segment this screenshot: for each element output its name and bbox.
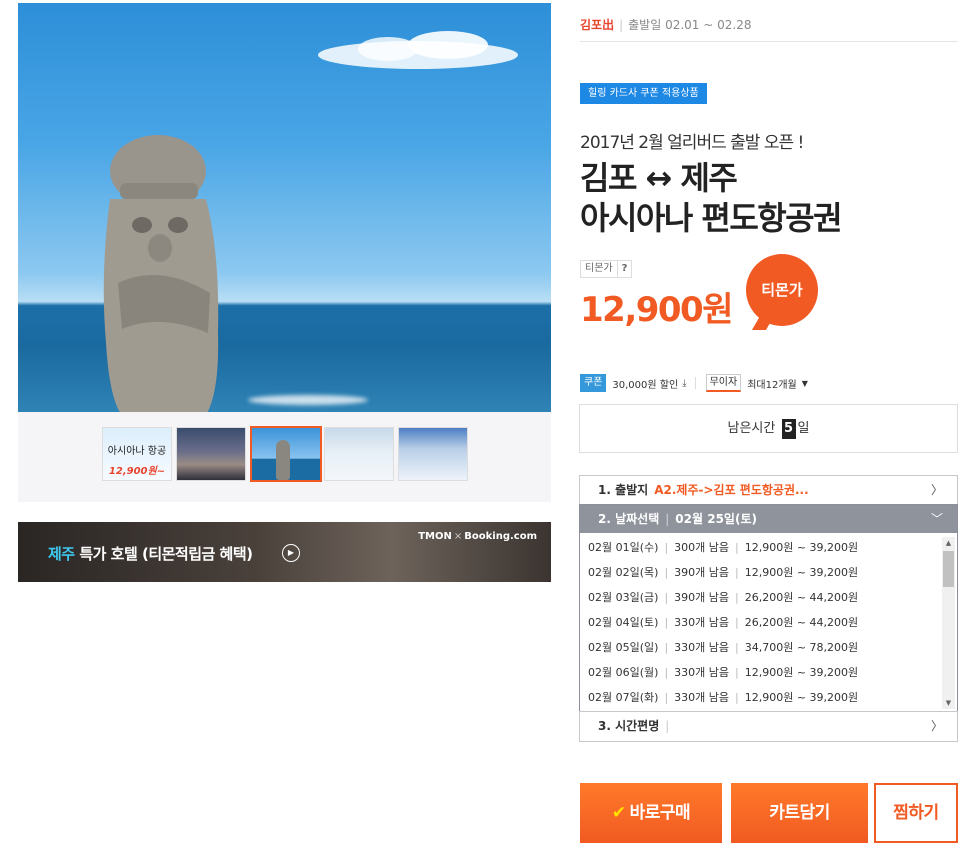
thumbnail-1[interactable]: 아시아나 항공 12,900원~ xyxy=(102,427,172,481)
list-item[interactable]: 02월 03일(금) | 390개 남음 | 26,200원 ~ 44,200원 xyxy=(580,585,940,610)
banner-highlight: 제주 xyxy=(48,545,75,563)
chevron-right-icon: 〉 xyxy=(930,483,943,497)
scroll-up-icon[interactable]: ▲ xyxy=(942,537,955,549)
brand-booking: Booking.com xyxy=(464,531,537,542)
dolhareubang-statue-graphic xyxy=(103,135,219,412)
item-date: 02월 07일(화) xyxy=(588,691,659,704)
buy-now-button[interactable]: ✔ 바로구매 xyxy=(580,783,722,843)
product-title: 김포 ↔ 제주 아시아나 편도항공권 xyxy=(580,158,843,238)
option-flight-time[interactable]: 3. 시간편명 | 〉 xyxy=(579,711,958,742)
item-date: 02월 02일(목) xyxy=(588,566,659,579)
wave-foam xyxy=(248,395,368,405)
item-seats: 330개 남음 xyxy=(674,641,730,654)
departure-date-range: 출발일 02.01 ~ 02.28 xyxy=(628,18,752,32)
thumbnail-strip: 아시아나 항공 12,900원~ xyxy=(18,412,551,502)
divider xyxy=(580,41,958,42)
list-item[interactable]: 02월 02일(목) | 390개 남음 | 12,900원 ~ 39,200원 xyxy=(580,560,940,585)
timer-unit: 일 xyxy=(797,421,810,436)
benefits-bar: 쿠폰 30,000원 할인 ⤓ 무이자 최대12개월 ▼ xyxy=(580,373,808,393)
item-date: 02월 06일(월) xyxy=(588,666,659,679)
chevron-down-icon: ﹀ xyxy=(930,512,943,526)
coupon-badge: 쿠폰 xyxy=(580,374,607,392)
option-step-label: 2. 날짜선택 xyxy=(598,512,660,526)
item-price-range: 12,900원 ~ 39,200원 xyxy=(744,541,859,554)
coupon-tag: 힐링 카드사 쿠폰 적용상품 xyxy=(580,83,707,104)
installment-text[interactable]: 최대12개월 xyxy=(747,376,797,391)
item-seats: 330개 남음 xyxy=(674,691,730,704)
item-seats: 330개 남음 xyxy=(674,666,730,679)
partner-brand: TMON × Booking.com xyxy=(418,531,537,542)
list-item[interactable]: 02월 06일(월) | 330개 남음 | 12,900원 ~ 39,200원 xyxy=(580,660,940,685)
item-price-range: 12,900원 ~ 39,200원 xyxy=(744,666,859,679)
option-departure[interactable]: 1. 출발지 A2.제주->김포 편도항공권... 〉 xyxy=(579,475,958,505)
brand-tmon: TMON xyxy=(418,531,452,542)
download-icon[interactable]: ⤓ xyxy=(682,378,686,389)
item-seats: 330개 남음 xyxy=(674,616,730,629)
add-to-cart-button[interactable]: 카트담기 xyxy=(731,783,868,843)
product-main-image xyxy=(18,3,551,412)
list-item[interactable]: 02월 07일(화) | 330개 남음 | 12,900원 ~ 39,200원 xyxy=(580,685,940,710)
item-price-range: 26,200원 ~ 44,200원 xyxy=(744,616,859,629)
option-value: A2.제주->김포 편도항공권... xyxy=(654,483,809,497)
wishlist-button[interactable]: 찜하기 xyxy=(874,783,958,843)
play-circle-icon[interactable]: ▶ xyxy=(282,544,300,562)
item-date: 02월 04일(토) xyxy=(588,616,659,629)
item-seats: 390개 남음 xyxy=(674,591,730,604)
check-icon: ✔ xyxy=(611,803,626,823)
item-date: 02월 01일(수) xyxy=(588,541,659,554)
departure-label: 김포出 xyxy=(580,18,615,32)
price-badge: 티몬가 xyxy=(746,254,818,326)
title-line-1: 김포 ↔ 제주 xyxy=(580,159,738,197)
title-line-2: 아시아나 편도항공권 xyxy=(580,199,843,237)
scrollbar[interactable]: ▲ ▼ xyxy=(942,537,955,709)
thumbnail-5[interactable] xyxy=(398,427,468,481)
item-seats: 300개 남음 xyxy=(674,541,730,554)
buy-label: 바로구매 xyxy=(629,803,691,823)
option-date-select[interactable]: 2. 날짜선택 | 02월 25일(토) ﹀ 02월 01일(수) | 300개 남음 | 1… xyxy=(579,504,958,712)
price-help-button[interactable]: ? xyxy=(616,261,632,277)
remaining-time-box: 남은시간 5일 xyxy=(579,404,958,453)
item-date: 02월 03일(금) xyxy=(588,591,659,604)
product-price: 12,900원 xyxy=(580,290,733,330)
list-item[interactable]: 02월 04일(토) | 330개 남음 | 26,200원 ~ 44,200원 xyxy=(580,610,940,635)
item-price-range: 26,200원 ~ 44,200원 xyxy=(744,591,859,604)
brand-x: × xyxy=(453,531,463,542)
coupon-discount: 30,000원 할인 xyxy=(612,379,679,391)
installment-badge: 무이자 xyxy=(705,374,742,392)
chevron-right-icon: 〉 xyxy=(930,719,943,733)
date-list: 02월 01일(수) | 300개 남음 | 12,900원 ~ 39,200원 02월… xyxy=(580,535,940,711)
divider xyxy=(694,377,696,389)
list-item[interactable]: 02월 01일(수) | 300개 남음 | 12,900원 ~ 39,200원 xyxy=(580,535,940,560)
item-seats: 390개 남음 xyxy=(674,566,730,579)
item-date: 02월 05일(일) xyxy=(588,641,659,654)
banner-text-rest: 특가 호텔 (티몬적립금 혜택) xyxy=(74,545,253,563)
option-step-label: 1. 출발지 xyxy=(598,483,649,497)
cloud-graphic xyxy=(318,31,518,69)
timer-label: 남은시간 xyxy=(727,421,776,436)
departure-meta: 김포出 | 출발일 02.01 ~ 02.28 xyxy=(580,18,752,32)
product-subtitle: 2017년 2월 얼리버드 출발 오픈 ! xyxy=(580,133,804,153)
item-price-range: 12,900원 ~ 39,200원 xyxy=(744,691,859,704)
price-label-text: 티몬가 xyxy=(585,263,613,274)
hotel-promo-banner[interactable]: 제주 특가 호텔 (티몬적립금 혜택) ▶ TMON × Booking.com xyxy=(18,522,551,582)
scroll-down-icon[interactable]: ▼ xyxy=(942,697,955,709)
price-label: 티몬가? xyxy=(580,260,633,278)
thumbnail-title: 아시아나 항공 xyxy=(107,446,167,457)
item-price-range: 34,700원 ~ 78,200원 xyxy=(744,641,859,654)
option-header[interactable]: 2. 날짜선택 | 02월 25일(토) ﹀ xyxy=(580,505,957,533)
chevron-down-icon[interactable]: ▼ xyxy=(802,379,808,388)
list-item[interactable]: 02월 05일(일) | 330개 남음 | 34,700원 ~ 78,200원 xyxy=(580,635,940,660)
scroll-thumb[interactable] xyxy=(943,551,954,587)
option-step-label: 3. 시간편명 xyxy=(598,719,660,733)
timer-value: 5 xyxy=(781,419,796,439)
banner-text: 제주 특가 호텔 (티몬적립금 혜택) xyxy=(48,543,253,564)
thumbnail-price: 12,900원~ xyxy=(108,466,166,477)
mini-statue-graphic xyxy=(276,440,290,480)
thumbnail-3-selected[interactable] xyxy=(250,426,322,482)
item-price-range: 12,900원 ~ 39,200원 xyxy=(744,566,859,579)
thumbnail-4[interactable] xyxy=(324,427,394,481)
thumbnail-2[interactable] xyxy=(176,427,246,481)
option-value: 02월 25일(토) xyxy=(675,512,757,526)
